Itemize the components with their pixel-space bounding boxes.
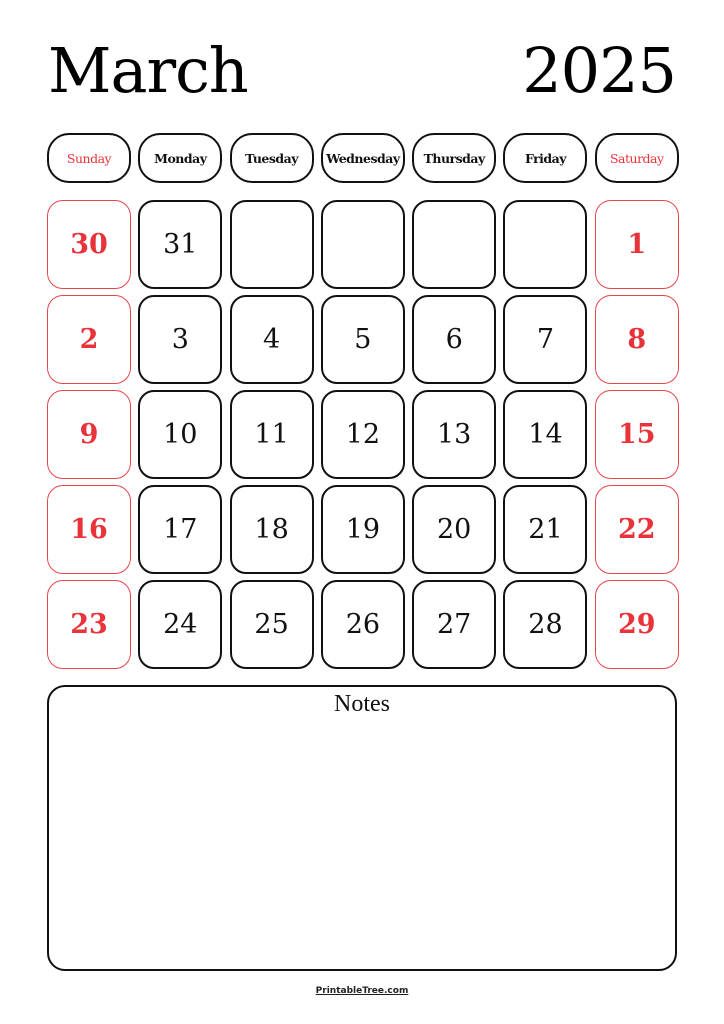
footer-site-link[interactable]: PrintableTree.com — [0, 986, 724, 996]
day-cell-7[interactable]: 7 — [503, 295, 588, 384]
empty-day-cell[interactable] — [503, 200, 588, 289]
calendar-grid: 30 31 1 2 3 4 5 6 7 8 9 10 11 12 13 14 15 16 17 18 19 20 21 22 2… — [47, 200, 679, 669]
day-cell-17[interactable]: 17 — [138, 485, 223, 574]
day-cell-11[interactable]: 11 — [229, 390, 314, 479]
day-cell-28[interactable]: 28 — [503, 580, 588, 669]
empty-day-cell[interactable] — [320, 200, 405, 289]
day-cell-4[interactable]: 4 — [229, 295, 314, 384]
day-cell-3[interactable]: 3 — [138, 295, 223, 384]
empty-day-cell[interactable] — [412, 200, 497, 289]
weekday-thursday: Thursday — [412, 133, 497, 183]
day-cell-8[interactable]: 8 — [594, 295, 679, 384]
day-cell-22[interactable]: 22 — [594, 485, 679, 574]
weekday-tuesday: Tuesday — [229, 133, 314, 183]
day-cell-29[interactable]: 29 — [594, 580, 679, 669]
day-cell-21[interactable]: 21 — [503, 485, 588, 574]
empty-day-cell[interactable] — [229, 200, 314, 289]
year-title: 2025 — [522, 34, 677, 107]
weekday-wednesday: Wednesday — [320, 133, 405, 183]
month-title: March — [48, 34, 249, 107]
notes-title: Notes — [334, 691, 390, 717]
day-cell-12[interactable]: 12 — [320, 390, 405, 479]
day-cell-18[interactable]: 18 — [229, 485, 314, 574]
day-cell-26[interactable]: 26 — [320, 580, 405, 669]
day-cell-15[interactable]: 15 — [594, 390, 679, 479]
day-cell-16[interactable]: 16 — [47, 485, 131, 574]
day-cell-27[interactable]: 27 — [412, 580, 497, 669]
weekday-saturday: Saturday — [594, 133, 679, 183]
day-cell-24[interactable]: 24 — [138, 580, 223, 669]
day-cell-10[interactable]: 10 — [138, 390, 223, 479]
weekday-friday: Friday — [503, 133, 588, 183]
day-cell-5[interactable]: 5 — [320, 295, 405, 384]
weekday-sunday: Sunday — [47, 133, 131, 183]
notes-box[interactable]: Notes — [47, 685, 677, 971]
day-cell-14[interactable]: 14 — [503, 390, 588, 479]
weekday-monday: Monday — [138, 133, 223, 183]
weekday-header-row: Sunday Monday Tuesday Wednesday Thursday Frid… — [47, 133, 679, 183]
day-cell-1[interactable]: 1 — [594, 200, 679, 289]
day-cell-23[interactable]: 23 — [47, 580, 131, 669]
day-cell-6[interactable]: 6 — [412, 295, 497, 384]
day-cell-13[interactable]: 13 — [412, 390, 497, 479]
day-cell-31[interactable]: 31 — [138, 200, 223, 289]
day-cell-20[interactable]: 20 — [412, 485, 497, 574]
day-cell-30[interactable]: 30 — [47, 200, 131, 289]
day-cell-2[interactable]: 2 — [47, 295, 131, 384]
day-cell-19[interactable]: 19 — [320, 485, 405, 574]
day-cell-9[interactable]: 9 — [47, 390, 131, 479]
day-cell-25[interactable]: 25 — [229, 580, 314, 669]
